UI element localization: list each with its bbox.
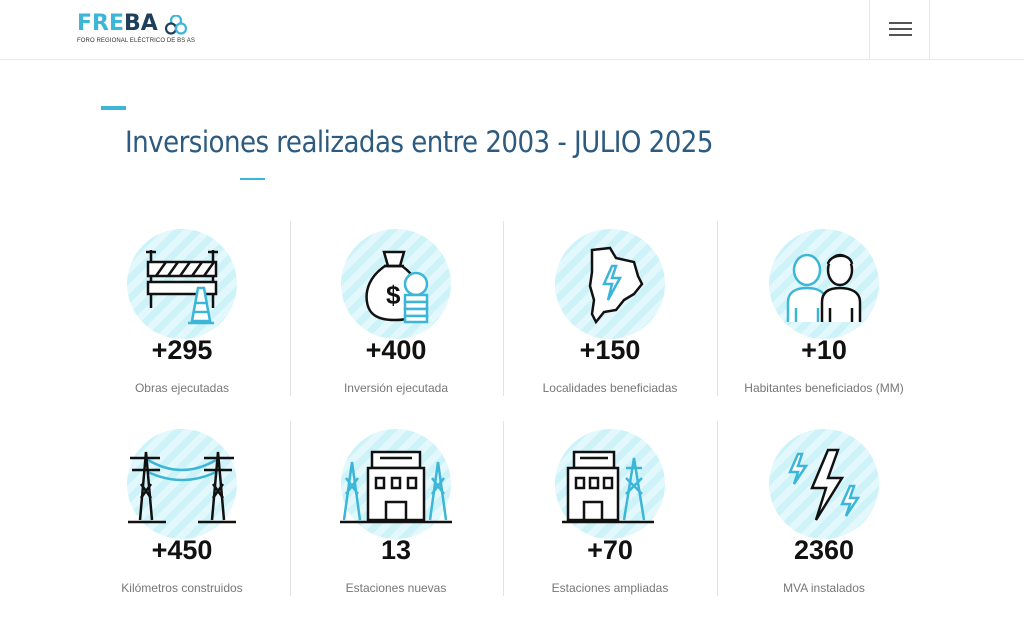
stat-label: MVA instalados [783,581,865,595]
hamburger-icon [889,22,912,24]
stat-estaciones-ampliadas: +70 Estaciones ampliadas [503,423,717,598]
stat-value: +70 [587,535,633,565]
stat-value: +295 [151,335,213,365]
stat-mva: 2360 MVA instalados [717,423,931,598]
stat-label: Kilómetros construidos [121,581,243,595]
stat-value: +450 [151,535,213,565]
power-line-towers-icon [126,428,238,540]
stat-inversion: $ +400 Inversión ejecutada [289,223,503,398]
stat-label: Inversión ejecutada [343,381,449,395]
stat-estaciones-nuevas: 13 Estaciones nuevas [289,423,503,598]
stat-value: +10 [801,335,847,365]
stat-value: 2360 [793,535,855,565]
stat-obras: +295 Obras ejecutadas [75,223,289,398]
stat-value: +150 [579,335,641,365]
site-header: FREBA FORO REGIONAL ELÉCTRICO DE BS AS [0,0,1024,60]
lightning-bolts-icon [768,428,880,540]
province-map-bolt-icon [554,228,666,340]
stat-value: +400 [365,335,427,365]
stat-label: Obras ejecutadas [134,381,230,395]
menu-button[interactable] [869,0,930,60]
logo-wordmark: FREBA [77,11,158,36]
road-barrier-icon [126,228,238,340]
stat-label: Habitantes beneficiados (MM) [744,381,904,395]
svg-text:$: $ [386,280,401,310]
stat-localidades: +150 Localidades beneficiadas [503,223,717,398]
page-title: Inversiones realizadas entre 2003 - JULI… [125,125,713,159]
freba-logo[interactable]: FREBA FORO REGIONAL ELÉCTRICO DE BS AS [77,12,197,48]
stat-label: Estaciones ampliadas [551,581,669,595]
substation-expanded-icon [554,428,666,540]
title-underline [240,178,265,180]
stat-kilometros: +450 Kilómetros construidos [75,423,289,598]
stat-label: Localidades beneficiadas [542,381,678,395]
title-accent-bar [101,106,126,110]
substation-new-icon [340,428,452,540]
stat-value: 13 [380,535,412,565]
people-icon [768,228,880,340]
logo-subtitle: FORO REGIONAL ELÉCTRICO DE BS AS [77,38,196,44]
stat-label: Estaciones nuevas [345,581,447,595]
logo-circles-icon [165,15,187,35]
stat-habitantes: +10 Habitantes beneficiados (MM) [717,223,931,398]
money-bag-icon: $ [340,228,452,340]
